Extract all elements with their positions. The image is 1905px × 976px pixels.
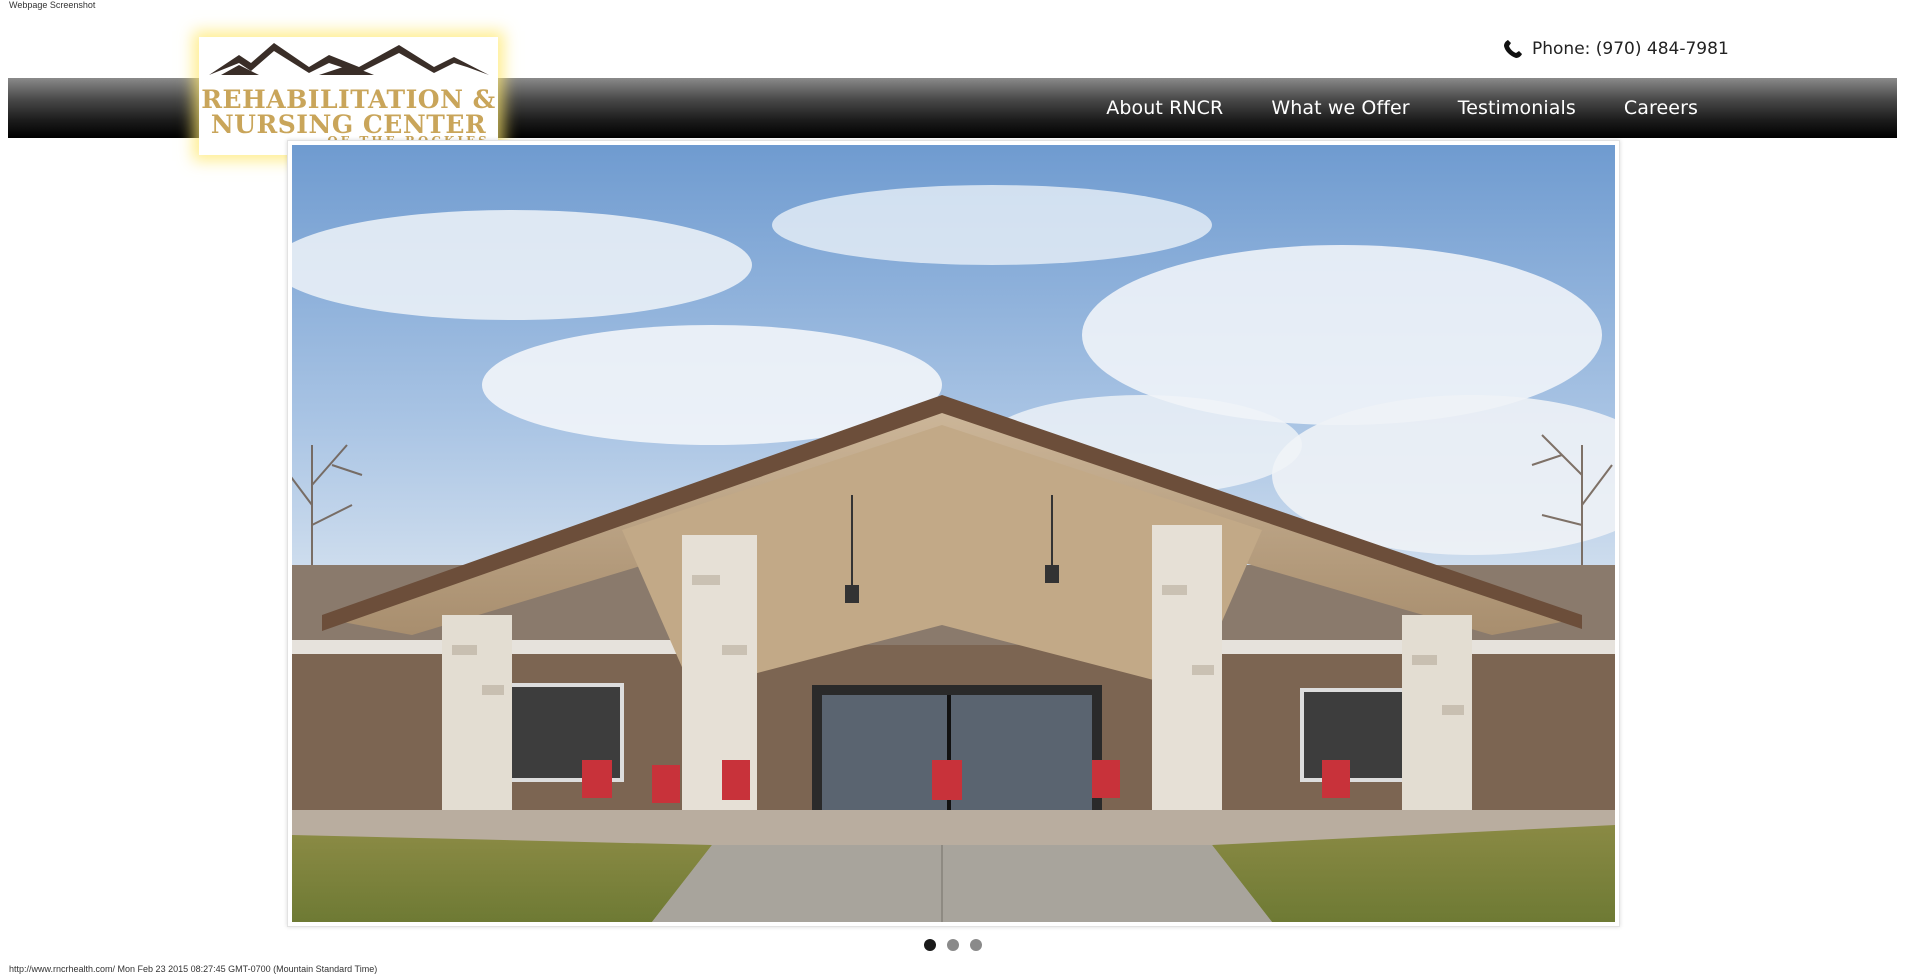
slider-dot-3[interactable] [969,939,982,951]
site-logo[interactable]: REHABILITATION & NURSING CENTER OF THE R… [199,37,498,155]
page-caption-top: Webpage Screenshot [9,0,96,10]
slider-dot-1[interactable] [923,939,936,951]
mountains-icon [209,43,489,75]
nav-menu: About RNCR What we Offer Testimonials Ca… [1106,78,1698,138]
building-entrance-photo [292,145,1615,922]
hero-slider [287,140,1620,927]
nav-item-careers[interactable]: Careers [1624,97,1698,119]
phone-number[interactable]: (970) 484-7981 [1596,39,1729,59]
phone-contact: Phone: (970) 484-7981 [1502,38,1729,60]
hero-slide-image [292,145,1615,922]
phone-text: Phone: (970) 484-7981 [1532,39,1729,59]
phone-icon [1502,38,1524,60]
page-caption-bottom: http://www.rncrhealth.com/ Mon Feb 23 20… [9,964,378,974]
nav-item-about[interactable]: About RNCR [1106,97,1223,119]
nav-item-testimonials[interactable]: Testimonials [1458,97,1576,119]
nav-item-what-we-offer[interactable]: What we Offer [1271,97,1409,119]
slider-pagination [0,939,1905,951]
phone-label: Phone: [1532,39,1591,59]
slider-dot-2[interactable] [946,939,959,951]
